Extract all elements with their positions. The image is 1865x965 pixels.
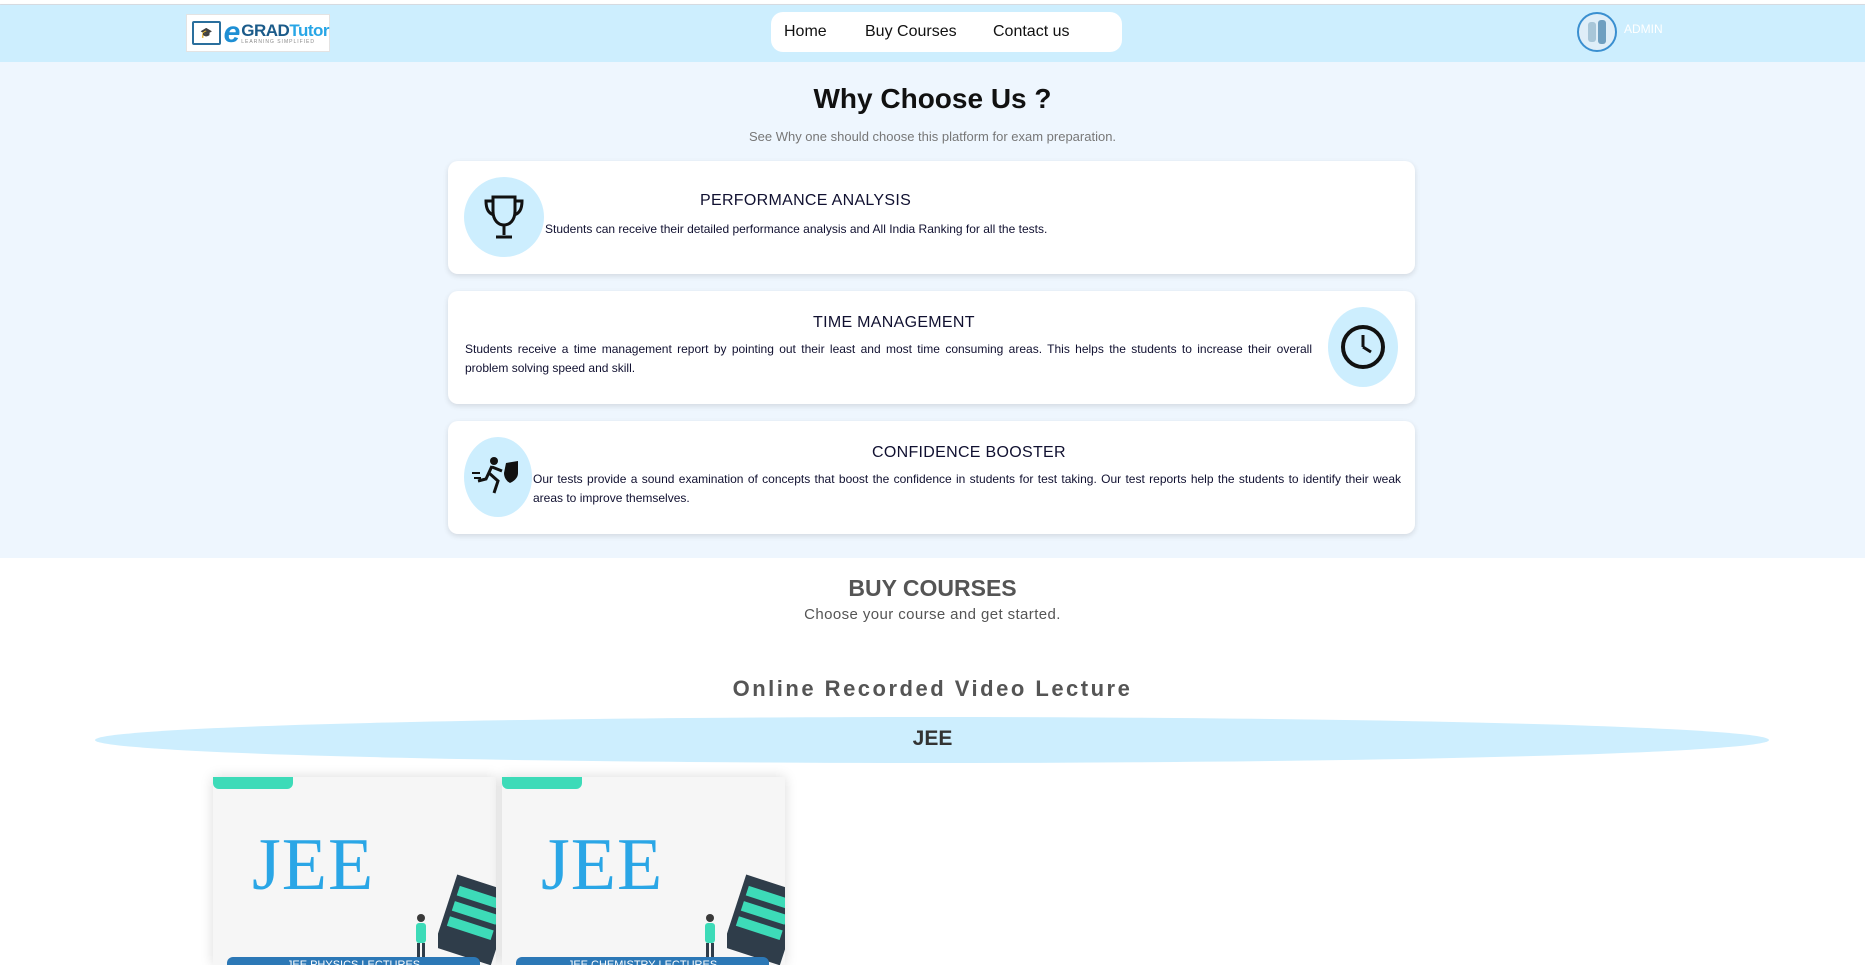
monitor-graduation-icon: 🎓 <box>192 21 221 45</box>
category-label[interactable]: JEE <box>0 727 1865 751</box>
course-button[interactable]: JEE PHYSICS LECTURES <box>227 957 480 965</box>
clock-icon <box>1328 307 1398 387</box>
feature-title: TIME MANAGEMENT <box>813 314 975 331</box>
trophy-icon <box>464 177 544 257</box>
nav-contact-us[interactable]: Contact us <box>993 23 1069 41</box>
course-tab <box>502 777 582 789</box>
logo-tutor: Tutor <box>289 20 329 40</box>
feature-text: Students receive a time management repor… <box>465 342 1312 375</box>
nav-buy-courses[interactable]: Buy Courses <box>865 23 957 41</box>
feature-title: CONFIDENCE BOOSTER <box>872 444 1066 461</box>
site-header: 🎓 e GRADTutor LEARNING SIMPLIFIED Home B… <box>0 5 1865 62</box>
feature-card-confidence: CONFIDENCE BOOSTER Our tests provide a s… <box>448 421 1415 534</box>
logo-e: e <box>223 16 241 49</box>
course-thumb-text: JEE <box>541 824 664 906</box>
course-illustration <box>438 874 496 965</box>
logo-tagline: LEARNING SIMPLIFIED <box>241 38 315 45</box>
course-card-chemistry[interactable]: JEE JEE CHEMISTRY LECTURES <box>502 777 785 965</box>
nav-home[interactable]: Home <box>784 23 827 41</box>
course-tab <box>213 777 293 789</box>
runner-shield-icon <box>464 437 532 517</box>
user-label[interactable]: ADMIN <box>1624 22 1663 36</box>
feature-card-performance: PERFORMANCE ANALYSIS Students can receiv… <box>448 161 1415 274</box>
course-thumb-text: JEE <box>252 824 375 906</box>
buy-courses-title: BUY COURSES <box>848 575 1017 601</box>
egradtutor-logo[interactable]: 🎓 e GRADTutor LEARNING SIMPLIFIED <box>186 14 330 52</box>
course-button[interactable]: JEE CHEMISTRY LECTURES <box>516 957 769 965</box>
buy-courses-subtitle: Choose your course and get started. <box>804 606 1061 623</box>
feature-text: Our tests provide a sound examination of… <box>533 472 1401 505</box>
course-illustration <box>727 874 785 965</box>
section-title: Online Recorded Video Lecture <box>732 676 1133 701</box>
why-title: Why Choose Us ? <box>813 83 1052 114</box>
feature-title: PERFORMANCE ANALYSIS <box>700 192 912 209</box>
logo-grad: GRAD <box>241 20 290 40</box>
feature-text: Students can receive their detailed perf… <box>545 222 1048 236</box>
course-card-physics[interactable]: JEE JEE PHYSICS LECTURES <box>213 777 496 965</box>
user-avatar[interactable] <box>1577 12 1617 52</box>
main-nav: Home Buy Courses Contact us <box>771 12 1122 52</box>
feature-card-time: TIME MANAGEMENT Students receive a time … <box>448 291 1415 404</box>
why-choose-us-section: Why Choose Us ? See Why one should choos… <box>0 62 1865 558</box>
why-subtitle: See Why one should choose this platform … <box>748 129 1117 144</box>
